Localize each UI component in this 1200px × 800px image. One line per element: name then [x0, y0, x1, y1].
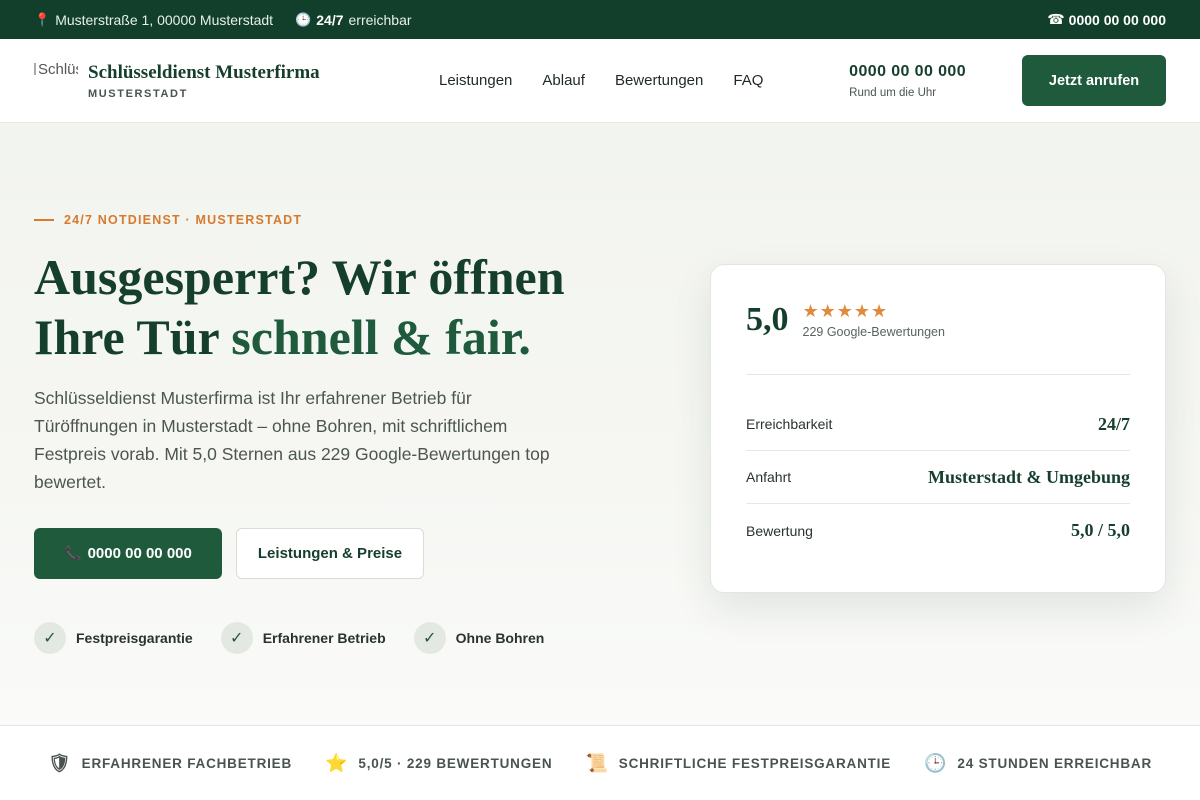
scroll-icon: 📜 [585, 752, 609, 773]
rating-score: 5,0 [746, 300, 789, 338]
hero-call-label: 0000 00 00 000 [87, 545, 192, 562]
nav-item-ablauf[interactable]: Ablauf [542, 72, 585, 89]
trust-label: 5,0/5 · 229 BEWERTUNGEN [358, 755, 553, 771]
card-row-rating: Bewertung 5,0 / 5,0 [746, 504, 1130, 557]
hero-section: 24/7 NOTDIENST · MUSTERSTADT Ausgesperrt… [0, 123, 1200, 726]
rating-summary: 5,0 ★★★★★ 229 Google-Bewertungen [746, 265, 1130, 375]
address-text: Musterstraße 1, 00000 Musterstadt [55, 11, 274, 28]
check-icon: ✓ [34, 622, 66, 654]
nav-item-bewertungen[interactable]: Bewertungen [615, 72, 703, 89]
availability-text: erreichbar [348, 11, 412, 28]
logo-image: Schlüs [34, 61, 78, 101]
logo-alt-text: Schlüs [38, 60, 78, 78]
phone-icon: 📞 [64, 545, 82, 561]
main-nav: Leistungen Ablauf Bewertungen FAQ [439, 72, 763, 89]
address: 📍 Musterstraße 1, 00000 Musterstadt [34, 12, 273, 28]
trust-item: 🕒 24 STUNDEN ERREICHBAR [924, 753, 1152, 774]
brand-city: MUSTERSTADT [88, 87, 188, 100]
card-row-key: Erreichbarkeit [746, 416, 833, 432]
feature-item: ✓ Ohne Bohren [413, 622, 545, 654]
header-phone-number: 0000 00 00 000 [849, 62, 966, 80]
card-row-value: 24/7 [1097, 413, 1130, 434]
feature-label: Festpreisgarantie [76, 630, 193, 646]
card-row-key: Anfahrt [746, 469, 792, 485]
card-row-value: Musterstadt & Umgebung [928, 466, 1130, 487]
headline-line-2-plain: Ihre Tür [34, 309, 232, 365]
call-now-button[interactable]: Jetzt anrufen [1022, 55, 1166, 106]
clock-icon: 🕒 [924, 752, 948, 773]
broken-image-icon [34, 62, 36, 75]
feature-item: ✓ Erfahrener Betrieb [220, 622, 386, 654]
top-bar: 📍 Musterstraße 1, 00000 Musterstadt 🕒 24… [0, 0, 1200, 39]
top-bar-phone-number: 0000 00 00 000 [1068, 11, 1166, 28]
top-bar-info: 📍 Musterstraße 1, 00000 Musterstadt 🕒 24… [34, 12, 412, 28]
nav-item-leistungen[interactable]: Leistungen [439, 72, 512, 89]
hero-headline: Ausgesperrt? Wir öffnen Ihre Tür schnell… [34, 247, 634, 367]
header-actions: 0000 00 00 000 Rund um die Uhr Jetzt anr… [849, 55, 1166, 106]
feature-label: Ohne Bohren [455, 630, 545, 646]
hero-features: ✓ Festpreisgarantie ✓ Erfahrener Betrieb… [34, 622, 544, 654]
eyebrow-line [34, 219, 54, 221]
feature-item: ✓ Festpreisgarantie [34, 622, 193, 654]
feature-label: Erfahrener Betrieb [262, 630, 386, 646]
trust-strip: 🛡 ERFAHRENER FACHBETRIEB ⭐ 5,0/5 · 229 B… [0, 725, 1200, 800]
eyebrow-text: 24/7 NOTDIENST · MUSTERSTADT [64, 213, 303, 227]
rating-count: 229 Google-Bewertungen [802, 324, 945, 339]
star-icon: ⭐ [325, 752, 349, 773]
card-row-travel: Anfahrt Musterstadt & Umgebung [746, 451, 1130, 504]
nav-item-faq[interactable]: FAQ [733, 72, 763, 89]
headline-line-2-accent: schnell & fair. [231, 309, 531, 365]
site-header: Schlüs Schlüsseldienst Musterfirma MUSTE… [0, 39, 1200, 123]
trust-item: 🛡 ERFAHRENER FACHBETRIEB [48, 753, 292, 774]
headline-line-1: Ausgesperrt? Wir öffnen [34, 249, 565, 305]
map-pin-icon: 📍 [34, 11, 51, 27]
header-phone-sub: Rund um die Uhr [849, 86, 937, 99]
brand-link[interactable]: Schlüs Schlüsseldienst Musterfirma MUSTE… [34, 61, 320, 101]
stars-icon: ★★★★★ [802, 300, 889, 321]
clock-icon: 🕒 [295, 11, 312, 27]
card-row-key: Bewertung [746, 522, 813, 539]
availability: 🕒 24/7 erreichbar [295, 12, 411, 28]
services-prices-button[interactable]: Leistungen & Preise [236, 528, 424, 579]
hero-lead: Schlüsseldienst Musterfirma ist Ihr erfa… [34, 388, 550, 492]
phone-icon: ☎ [1047, 11, 1065, 27]
hero-call-button[interactable]: 📞 0000 00 00 000 [34, 528, 222, 579]
brand-name: Schlüsseldienst Musterfirma [88, 61, 320, 83]
header-phone-link[interactable]: 0000 00 00 000 Rund um die Uhr [849, 63, 966, 99]
card-rows: Erreichbarkeit 24/7 Anfahrt Musterstadt … [746, 375, 1130, 557]
trust-item: 📜 SCHRIFTLICHE FESTPREISGARANTIE [586, 753, 891, 774]
trust-item: ⭐ 5,0/5 · 229 BEWERTUNGEN [325, 753, 552, 774]
trust-label: SCHRIFTLICHE FESTPREISGARANTIE [618, 755, 892, 771]
check-icon: ✓ [220, 622, 253, 654]
shield-icon: 🛡 [48, 752, 72, 773]
check-icon: ✓ [413, 622, 446, 654]
trust-label: 24 STUNDEN ERREICHBAR [957, 755, 1152, 771]
rating-card: 5,0 ★★★★★ 229 Google-Bewertungen Erreich… [710, 264, 1166, 593]
trust-label: ERFAHRENER FACHBETRIEB [81, 755, 293, 771]
brand-text: Schlüsseldienst Musterfirma MUSTERSTADT [88, 62, 320, 100]
rating-details: ★★★★★ 229 Google-Bewertungen [803, 301, 945, 339]
top-bar-phone-link[interactable]: ☎ 0000 00 00 000 [1047, 11, 1166, 28]
card-row-availability: Erreichbarkeit 24/7 [746, 398, 1130, 451]
hero-cta-row: 📞 0000 00 00 000 Leistungen & Preise [34, 528, 424, 579]
availability-strong: 24/7 [316, 11, 344, 28]
hero-eyebrow: 24/7 NOTDIENST · MUSTERSTADT [34, 213, 302, 227]
card-row-value: 5,0 / 5,0 [1070, 520, 1130, 540]
